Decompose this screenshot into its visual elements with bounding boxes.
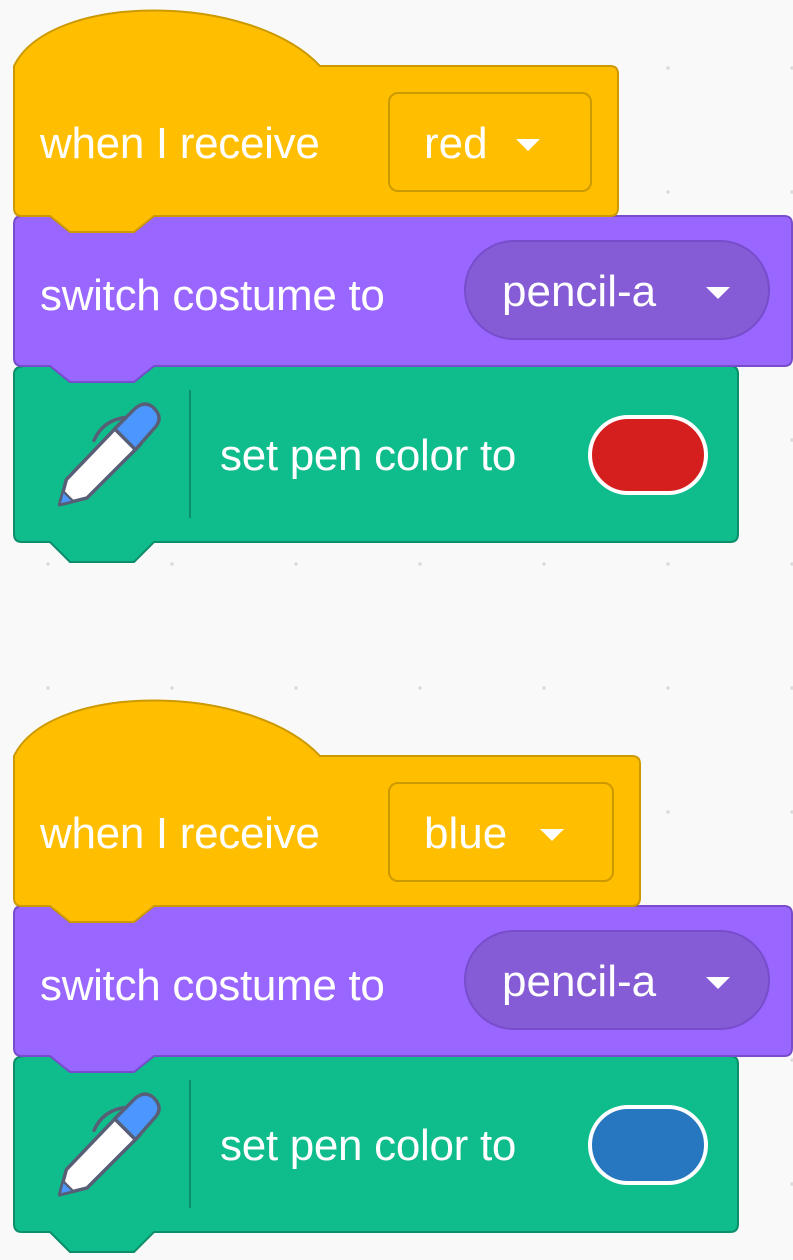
switch-costume-label: switch costume to [40, 271, 385, 320]
script-blue: when I receive blue switch costume to pe… [0, 690, 793, 1260]
when-i-receive-label: when I receive [40, 119, 320, 168]
message-dropdown[interactable]: red [388, 92, 592, 192]
dropdown-arrow-icon [540, 829, 564, 841]
script-red: when I receive red switch costume to pen… [0, 0, 793, 580]
dropdown-arrow-icon [706, 287, 730, 299]
color-swatch[interactable] [588, 1105, 708, 1185]
set-pen-color-label: set pen color to [220, 431, 517, 480]
pen-icon [57, 1092, 161, 1197]
dropdown-arrow-icon [516, 139, 540, 151]
message-value: blue [424, 809, 508, 858]
switch-costume-label: switch costume to [40, 961, 385, 1010]
color-swatch[interactable] [588, 415, 708, 495]
block-separator [189, 1080, 191, 1208]
costume-dropdown[interactable]: pencil-a [464, 240, 770, 340]
dropdown-arrow-icon [706, 977, 730, 989]
message-value: red [424, 119, 488, 168]
costume-value: pencil-a [502, 267, 657, 316]
code-workspace[interactable]: when I receive red switch costume to pen… [0, 0, 793, 1260]
costume-value: pencil-a [502, 957, 657, 1006]
costume-dropdown[interactable]: pencil-a [464, 930, 770, 1030]
when-i-receive-label: when I receive [40, 809, 320, 858]
pen-icon [57, 402, 161, 507]
block-separator [189, 390, 191, 518]
message-dropdown[interactable]: blue [388, 782, 614, 882]
set-pen-color-label: set pen color to [220, 1121, 517, 1170]
